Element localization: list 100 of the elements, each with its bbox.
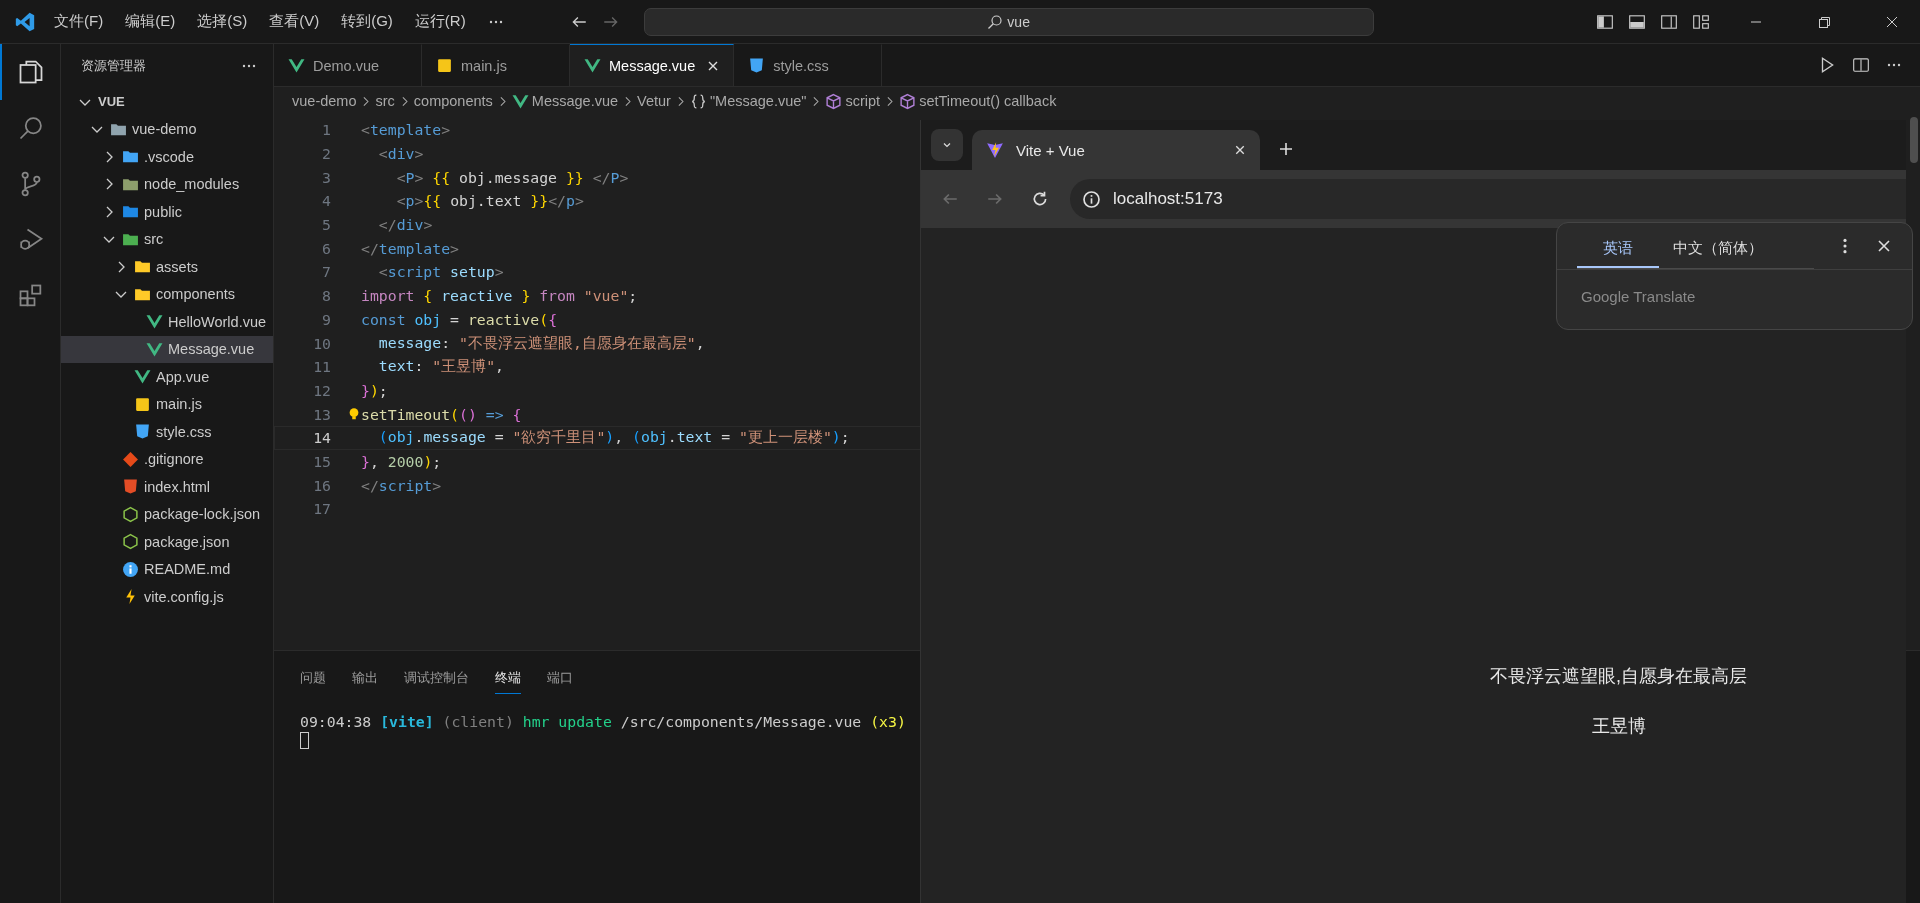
line-number: 1 [321,121,331,139]
line-number: 15 [312,452,331,470]
code-line: <P> {{ obj.message }} </P> [395,168,629,186]
panel-tab[interactable]: 输出 [352,662,378,694]
panel-toggle-icon[interactable] [1628,12,1646,31]
tree-item[interactable]: node_modules [61,170,273,198]
line-number: 17 [312,500,331,518]
breadcrumb-item[interactable]: Message.vue [531,93,619,109]
code-line: (obj.message = "欲穷千里目"), (obj.text = "更上一层楼"); [377,428,850,448]
tree-item[interactable]: .vscode [61,143,273,171]
line-number: 16 [312,476,331,494]
menu-item[interactable]: 编辑(E) [125,12,176,31]
terminal-line: 09:04:38 [vite] (client) hmr update /src/components/Message.vue (x3) [300,713,906,730]
code-line: }); [361,381,388,399]
code-line: </script> [361,476,442,494]
editor-tab[interactable]: style.css [734,44,883,86]
tree-item[interactable]: .gitignore [61,445,273,473]
line-number: 10 [312,334,331,352]
menu-item[interactable]: 运行(R) [414,12,466,31]
tree-item[interactable]: public [61,198,273,226]
panel-tab[interactable]: 终端 [495,662,521,694]
browser-tab[interactable]: Vite + Vue [972,130,1260,170]
code-line: </div> [377,216,433,234]
address-bar[interactable]: localhost:5173 [1070,179,1906,219]
tree-item[interactable]: components [61,280,273,308]
language-tab[interactable]: 英语 [1577,231,1659,268]
breadcrumb-item[interactable]: src [375,93,395,109]
breadcrumb-item[interactable]: Vetur [637,93,671,109]
line-number: 12 [312,381,331,399]
language-tab[interactable]: 中文（简体） [1659,231,1777,268]
page-text: 王昱博 [1591,715,1646,738]
breadcrumb-item[interactable]: setTimeout() callback [919,93,1057,109]
code-line: }, 2000); [361,452,442,470]
code-line: </template> [361,239,460,257]
code-line: <p>{{ obj.text }}</p> [395,192,584,210]
tree-item[interactable]: style.css [61,418,273,446]
cube-icon [899,92,917,110]
breadcrumb-item[interactable]: "Message.vue" [709,93,807,109]
line-number: 2 [321,145,331,163]
tree-item[interactable]: index.html [61,473,273,501]
close-icon[interactable] [1876,238,1892,254]
panel-tab[interactable]: 端口 [547,662,573,694]
tree-item[interactable]: Message.vue [61,335,273,363]
vue-file-icon [288,57,305,74]
tree-item[interactable]: main.js [61,390,273,418]
code-line: message: "不畏浮云遮望眼,自愿身在最高层", [377,333,705,353]
layout-icon[interactable] [1692,12,1710,31]
info-icon[interactable] [1082,189,1101,209]
line-number: 14 [312,429,331,447]
panel-tab[interactable]: 问题 [300,662,326,694]
line-number: 7 [321,263,331,281]
brand-text: Google Translate [1581,288,1696,305]
code-line: import { reactive } from "vue"; [361,287,638,305]
plus-icon[interactable] [1278,141,1294,157]
sidebar-toggle-icon[interactable] [1596,12,1614,31]
close-icon[interactable] [1234,144,1246,156]
vue-file-icon [134,368,151,386]
breadcrumb-item[interactable]: components [413,93,493,109]
search-field[interactable]: vue [643,7,1374,36]
split-editor-icon[interactable] [1852,56,1870,74]
tree-item[interactable]: HelloWorld.vue [61,308,273,336]
line-number: 4 [321,192,331,210]
menu-item[interactable]: 查看(V) [269,12,320,31]
line-number: 3 [321,168,331,186]
tree-item[interactable]: vite.config.js [61,583,273,611]
breadcrumb-item[interactable]: script [845,93,881,109]
lightning-logo-icon [986,141,1004,159]
tree-item[interactable]: README.md [61,555,273,583]
terminal-cursor [300,732,309,749]
editor-tab[interactable]: Message.vue [570,44,735,86]
line-number: 6 [321,239,331,257]
line-number: 11 [312,358,331,376]
tree-item[interactable]: App.vue [61,363,273,391]
menu-item[interactable]: 文件(F) [54,12,104,31]
menu-item[interactable]: 转到(G) [341,12,393,31]
tree-item[interactable]: vue-demo [61,115,273,143]
code-line: <script setup> [377,263,504,281]
search-icon [987,13,1004,30]
code-line: text: "王昱博", [377,357,505,377]
tree-item[interactable]: package-lock.json [61,500,273,528]
tree-item[interactable]: VUE [61,88,273,116]
menu-item[interactable]: 选择(S) [197,12,248,31]
line-number: 9 [321,310,331,328]
secondary-sidebar-icon[interactable] [1660,12,1678,31]
editor-tab[interactable]: Demo.vue [274,44,422,86]
vue-file-icon [146,313,163,331]
reload-icon[interactable] [1031,190,1049,208]
page-text: 不畏浮云遮望眼,自愿身在最高层 [1490,665,1747,688]
panel-tab[interactable]: 调试控制台 [404,662,469,694]
css-file-icon [134,423,151,441]
explorer-title: 资源管理器 [81,57,146,75]
breadcrumb-item[interactable]: vue-demo [292,93,357,109]
tree-item[interactable]: assets [61,253,273,281]
tree-item[interactable]: src [61,225,273,253]
tree-item[interactable]: package.json [61,528,273,556]
app-logo-icon [14,10,36,33]
scrollbar[interactable] [1910,117,1918,163]
js-file-icon [436,57,453,74]
code-line: <template> [361,121,451,139]
cube-icon [825,92,843,110]
